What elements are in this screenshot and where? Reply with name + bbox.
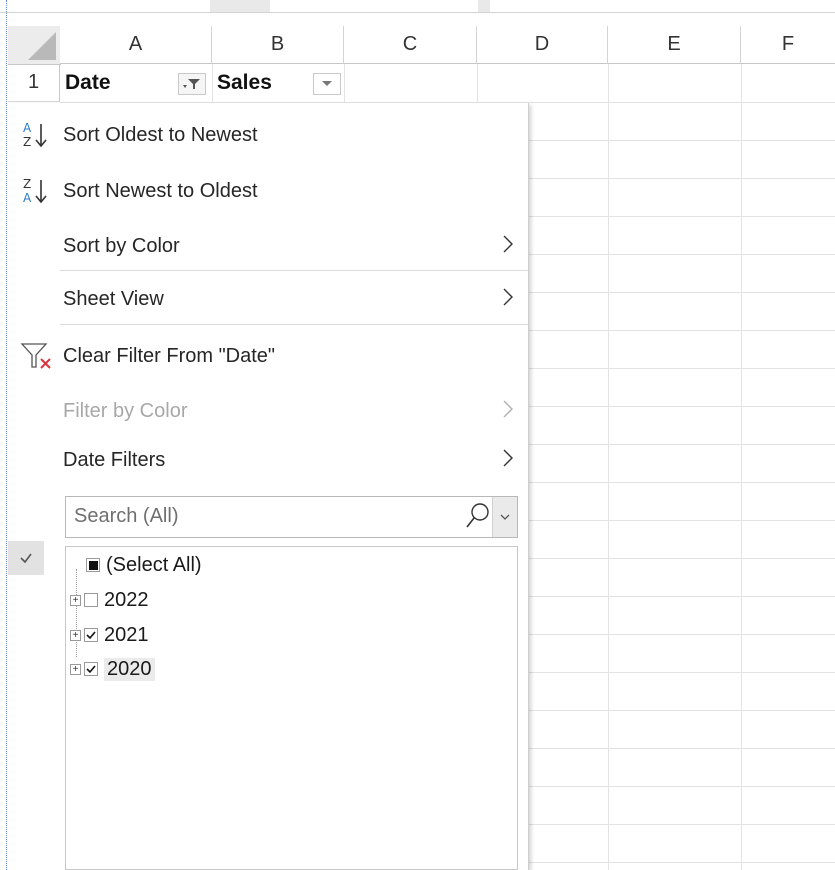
search-dropdown-button[interactable] [492, 497, 517, 537]
svg-text:A: A [23, 121, 32, 135]
grid-line [528, 710, 835, 711]
menu-item-sheet-view[interactable]: Sheet View [8, 275, 528, 323]
menu-item-label: Sort Oldest to Newest [63, 123, 258, 146]
checkbox-unchecked[interactable] [84, 593, 98, 607]
search-box [65, 496, 518, 538]
menu-item-label: Sheet View [63, 287, 164, 310]
grid-line [212, 64, 213, 104]
grid-line [528, 368, 835, 369]
tree-item-label: 2020 [104, 657, 155, 681]
grid-line [528, 292, 835, 293]
checkmark-icon [86, 664, 96, 673]
column-header-e[interactable]: E [608, 26, 741, 64]
menu-item-label: Date Filters [63, 448, 166, 471]
menu-separator [60, 324, 528, 325]
column-header-d[interactable]: D [477, 26, 608, 64]
menu-item-sort-newest-oldest[interactable]: Z A Sort Newest to Oldest [8, 167, 528, 215]
clear-filter-icon [20, 341, 60, 379]
cell-b1[interactable]: Sales [217, 64, 272, 102]
tree-item-select-all[interactable]: (Select All) [86, 550, 202, 580]
top-strip [0, 0, 835, 13]
svg-text:Z: Z [23, 135, 31, 149]
row-header-1[interactable]: 1 [8, 64, 60, 102]
checkmark-icon [20, 553, 32, 564]
sort-asc-icon: A Z [20, 120, 60, 156]
grid-line [528, 140, 835, 141]
chevron-right-icon [502, 234, 514, 260]
menu-item-clear-filter[interactable]: Clear Filter From "Date" [8, 332, 528, 380]
grid-line [528, 672, 835, 673]
menu-item-label: Sort by Color [63, 234, 180, 257]
chevron-right-icon [502, 448, 514, 474]
grid-line [528, 406, 835, 407]
grid-line [528, 748, 835, 749]
sort-desc-icon: Z A [20, 176, 60, 212]
menu-item-label: Clear Filter From "Date" [63, 344, 276, 367]
checkbox-partial[interactable] [86, 558, 100, 572]
grid-line [528, 558, 835, 559]
grid-line [477, 64, 478, 104]
grid-line [528, 596, 835, 597]
tree-item-2022[interactable]: + 2022 [70, 585, 149, 615]
grid-line [528, 254, 835, 255]
column-header-b[interactable]: B [212, 26, 344, 64]
grid-line [741, 64, 742, 870]
filter-dropdown-menu: A Z Sort Oldest to Newest Z A Sort Newes… [8, 103, 529, 870]
plus-expand-icon[interactable]: + [70, 594, 81, 606]
column-header-c[interactable]: C [344, 26, 477, 64]
grid-line [528, 482, 835, 483]
grid-line [528, 862, 835, 863]
dropdown-arrow-icon [500, 514, 510, 520]
grid-line [528, 634, 835, 635]
grid-line [528, 786, 835, 787]
checkbox-checked[interactable] [84, 662, 98, 676]
grid-line [528, 330, 835, 331]
cell-a1[interactable]: Date [65, 64, 111, 102]
menu-item-label: Filter by Color [63, 399, 188, 422]
checkmark-icon [86, 630, 96, 639]
plus-expand-icon[interactable]: + [70, 663, 81, 675]
tree-item-2021[interactable]: + 2021 [70, 620, 149, 650]
chevron-right-icon [502, 287, 514, 313]
search-icon[interactable] [465, 501, 491, 536]
tree-item-2020[interactable]: + 2020 [70, 654, 155, 684]
grid-line [528, 444, 835, 445]
svg-text:A: A [23, 191, 32, 205]
filter-value-list: (Select All) + 2022 + 2021 + 2020 [65, 546, 518, 870]
column-header-a[interactable]: A [60, 26, 212, 64]
filter-active-icon [183, 79, 200, 89]
top-strip-segment [210, 0, 270, 12]
column-header-f[interactable]: F [741, 26, 835, 64]
checkmark-indicator [8, 541, 44, 575]
filter-button-sales[interactable] [313, 73, 341, 95]
grid-line [344, 64, 345, 104]
checkbox-checked[interactable] [84, 628, 98, 642]
menu-item-sort-by-color[interactable]: Sort by Color [8, 222, 528, 270]
tree-item-label: 2021 [104, 623, 149, 646]
tree-item-label: 2022 [104, 588, 149, 611]
grid-line [528, 520, 835, 521]
svg-text:Z: Z [23, 177, 31, 191]
menu-item-sort-oldest-newest[interactable]: A Z Sort Oldest to Newest [8, 111, 528, 159]
top-strip-segment [478, 0, 490, 12]
menu-item-label: Sort Newest to Oldest [63, 179, 258, 202]
menu-separator [60, 270, 528, 271]
grid-line [528, 216, 835, 217]
filter-button-date[interactable] [178, 73, 206, 95]
chevron-right-icon [502, 399, 514, 425]
search-input[interactable] [66, 497, 454, 535]
select-all-corner[interactable] [8, 26, 61, 65]
menu-item-date-filters[interactable]: Date Filters [8, 436, 528, 484]
grid-line [528, 178, 835, 179]
dropdown-arrow-icon [322, 81, 332, 86]
menu-item-filter-by-color: Filter by Color [8, 387, 528, 435]
grid-line [528, 824, 835, 825]
plus-expand-icon[interactable]: + [70, 629, 81, 641]
page-break-line [6, 0, 7, 870]
tree-item-label: (Select All) [106, 553, 202, 576]
grid-line [608, 64, 609, 870]
corner-triangle-icon [28, 32, 56, 60]
